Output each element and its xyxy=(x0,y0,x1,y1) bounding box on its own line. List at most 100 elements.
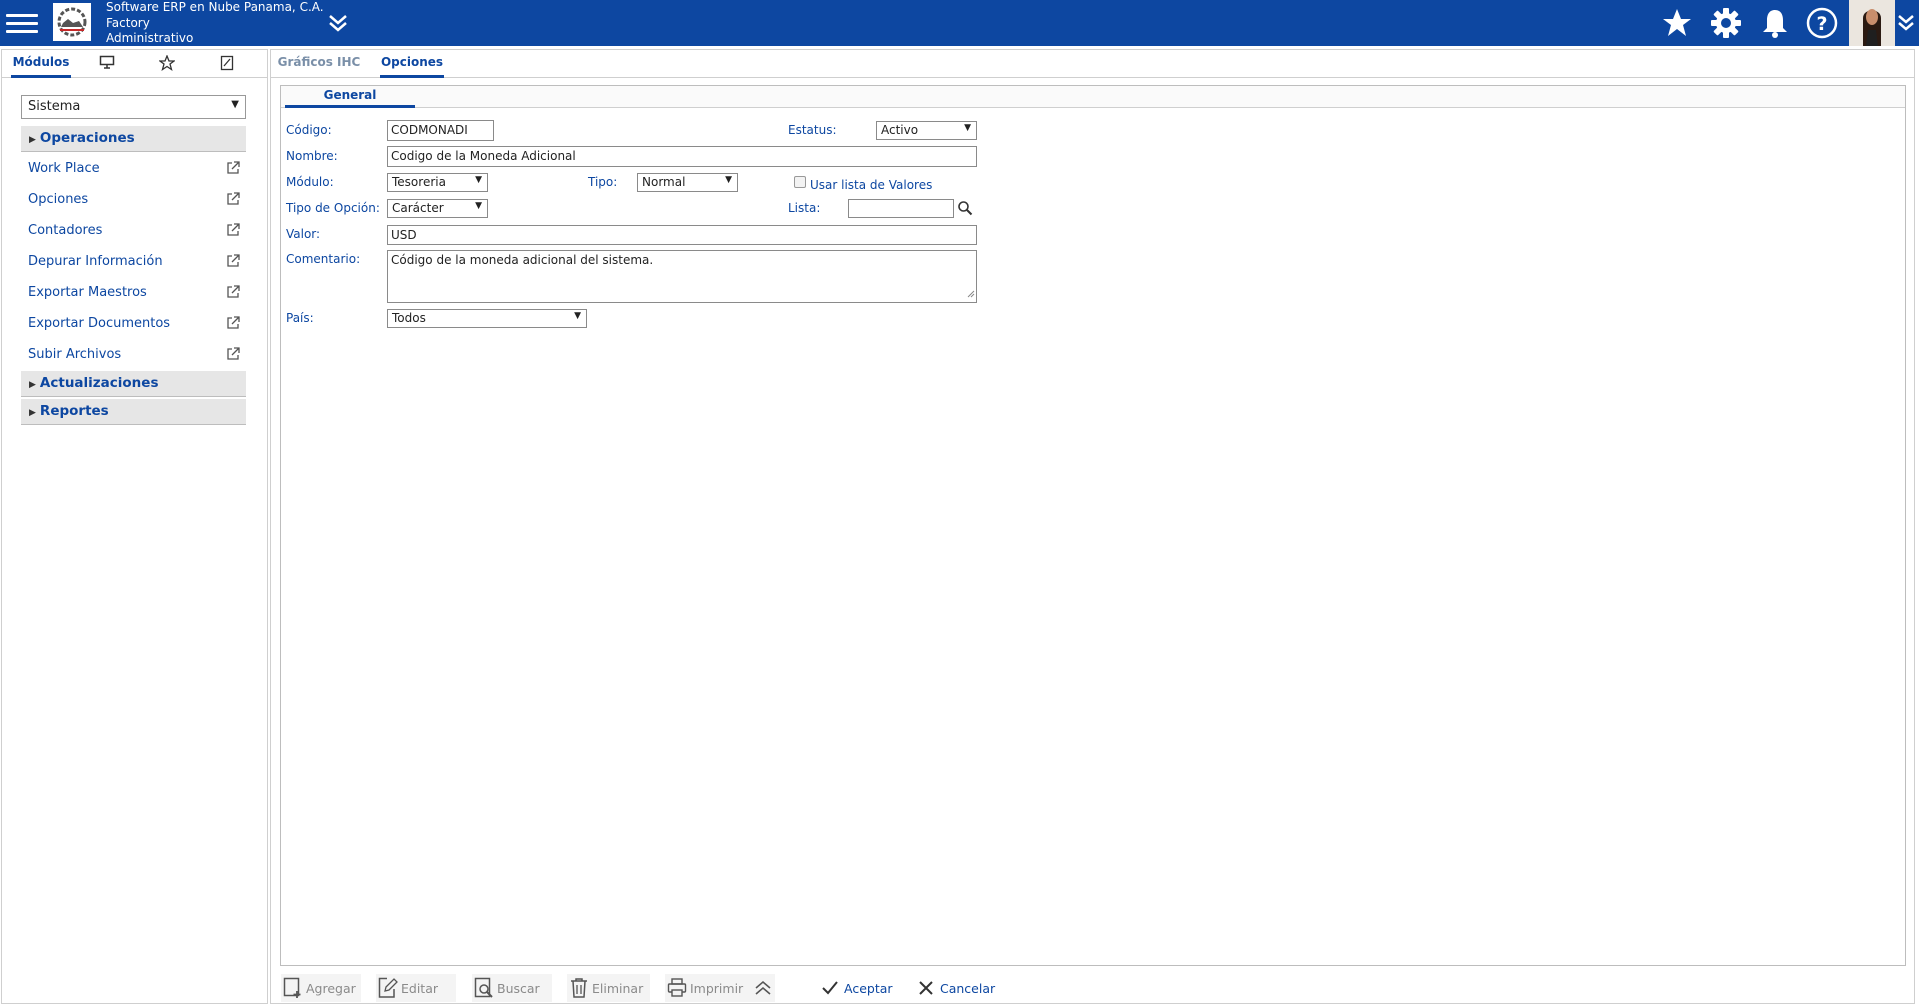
tipo-opcion-select-value: Carácter xyxy=(392,201,444,215)
form-container: General Código: CODMONADI Estatus: Activ… xyxy=(280,85,1906,966)
user-menu-chevron-icon[interactable] xyxy=(1895,10,1917,36)
imprimir-button[interactable]: Imprimir xyxy=(665,974,775,1002)
estatus-select[interactable]: Activo ▼ xyxy=(876,121,977,140)
menu-item-depurar-informacion[interactable]: Depurar Información xyxy=(28,254,240,276)
agregar-button[interactable]: Agregar xyxy=(281,974,361,1002)
section-operaciones[interactable]: ▶ Operaciones xyxy=(21,126,246,152)
menu-item-label: Work Place xyxy=(28,161,100,176)
menu-item-label: Subir Archivos xyxy=(28,347,122,362)
left-sidebar: Módulos Sistema ▼ ▶ Operaciones Work Plac… xyxy=(1,49,268,1004)
external-link-icon[interactable] xyxy=(226,347,240,365)
pais-label: País: xyxy=(286,311,314,325)
search-document-icon xyxy=(474,977,494,1002)
section-reportes[interactable]: ▶ Reportes xyxy=(21,399,246,425)
add-document-icon xyxy=(283,977,303,1002)
editar-button[interactable]: Editar xyxy=(376,974,456,1002)
valor-label: Valor: xyxy=(286,227,321,241)
caret-right-icon: ▶ xyxy=(29,408,36,418)
monitor-icon xyxy=(99,55,115,72)
lista-input[interactable] xyxy=(848,199,954,218)
agregar-label: Agregar xyxy=(306,981,356,996)
section-actualizaciones-label: Actualizaciones xyxy=(39,375,159,391)
company-info: Software ERP en Nube Panama, C.A. Factor… xyxy=(106,0,324,47)
expand-chevron-icon[interactable] xyxy=(325,10,351,36)
external-link-icon[interactable] xyxy=(226,285,240,303)
notifications-bell-icon[interactable] xyxy=(1758,6,1792,40)
estatus-label: Estatus: xyxy=(788,123,837,137)
menu-item-subir-archivos[interactable]: Subir Archivos xyxy=(28,347,240,369)
module-select-value: Sistema xyxy=(28,99,81,114)
double-chevron-up-icon[interactable] xyxy=(753,978,773,1001)
help-icon[interactable]: ? xyxy=(1805,6,1839,40)
external-link-icon[interactable] xyxy=(226,316,240,334)
tab-modulos[interactable]: Módulos xyxy=(11,50,71,78)
app-name: Factory xyxy=(106,15,150,30)
dropdown-arrow-icon: ▼ xyxy=(475,201,482,211)
buscar-button[interactable]: Buscar xyxy=(472,974,552,1002)
aceptar-label: Aceptar xyxy=(844,981,893,996)
usar-lista-label: Usar lista de Valores xyxy=(810,178,933,192)
module-select[interactable]: Sistema ▼ xyxy=(21,95,246,119)
usar-lista-checkbox[interactable] xyxy=(794,176,806,188)
modulo-select-value: Tesoreria xyxy=(392,175,446,189)
external-link-icon[interactable] xyxy=(226,254,240,272)
tipo-opcion-select[interactable]: Carácter ▼ xyxy=(387,199,488,218)
external-link-icon[interactable] xyxy=(226,192,240,210)
menu-item-label: Contadores xyxy=(28,223,103,238)
tab-favorites[interactable] xyxy=(152,50,182,78)
pais-select-value: Todos xyxy=(392,311,426,325)
settings-gear-icon[interactable] xyxy=(1709,6,1743,40)
tab-notes[interactable] xyxy=(212,50,242,78)
valor-input[interactable]: USD xyxy=(387,225,977,245)
modulo-select[interactable]: Tesoreria ▼ xyxy=(387,173,488,192)
tipo-opcion-label: Tipo de Opción: xyxy=(286,201,380,215)
user-avatar[interactable] xyxy=(1849,0,1895,46)
resize-grip-icon[interactable] xyxy=(967,287,975,301)
menu-hamburger-icon[interactable] xyxy=(6,9,38,37)
nombre-input[interactable]: Codigo de la Moneda Adicional xyxy=(387,146,977,167)
dropdown-arrow-icon: ▼ xyxy=(725,175,732,185)
dropdown-arrow-icon: ▼ xyxy=(574,311,581,321)
tab-graficos-ihc[interactable]: Gráficos IHC xyxy=(277,50,361,78)
external-link-icon[interactable] xyxy=(226,223,240,241)
caret-right-icon: ▶ xyxy=(29,135,36,145)
external-link-icon[interactable] xyxy=(226,161,240,179)
trash-icon xyxy=(569,977,589,1002)
dropdown-arrow-icon: ▼ xyxy=(475,175,482,185)
favorites-star-icon[interactable] xyxy=(1660,6,1694,40)
cancelar-label: Cancelar xyxy=(940,981,996,996)
comentario-textarea[interactable]: Código de la moneda adicional del sistem… xyxy=(387,250,977,303)
star-outline-icon xyxy=(158,54,176,74)
aceptar-button[interactable]: Aceptar xyxy=(821,974,901,1002)
tab-general[interactable]: General xyxy=(285,86,415,108)
codigo-input[interactable]: CODMONADI xyxy=(387,120,494,141)
dropdown-arrow-icon: ▼ xyxy=(231,99,239,110)
main-tabs: Gráficos IHC Opciones xyxy=(271,50,1914,78)
imprimir-label: Imprimir xyxy=(690,981,744,996)
tab-desktop[interactable] xyxy=(92,50,122,78)
pais-select[interactable]: Todos ▼ xyxy=(387,309,587,328)
eliminar-button[interactable]: Eliminar xyxy=(567,974,650,1002)
menu-item-label: Depurar Información xyxy=(28,254,163,269)
tipo-select[interactable]: Normal ▼ xyxy=(637,173,738,192)
buscar-label: Buscar xyxy=(497,981,540,996)
menu-item-label: Opciones xyxy=(28,192,89,207)
menu-item-exportar-documentos[interactable]: Exportar Documentos xyxy=(28,316,240,338)
menu-item-exportar-maestros[interactable]: Exportar Maestros xyxy=(28,285,240,307)
tab-opciones[interactable]: Opciones xyxy=(380,50,444,78)
menu-item-work-place[interactable]: Work Place xyxy=(28,161,240,183)
comentario-label: Comentario: xyxy=(286,252,361,266)
menu-item-contadores[interactable]: Contadores xyxy=(28,223,240,245)
section-operaciones-label: Operaciones xyxy=(39,130,135,146)
eliminar-label: Eliminar xyxy=(592,981,644,996)
main-panel: Gráficos IHC Opciones General Código: CO… xyxy=(270,49,1915,1004)
menu-item-opciones[interactable]: Opciones xyxy=(28,192,240,214)
search-icon[interactable] xyxy=(957,200,973,220)
close-icon xyxy=(918,980,934,999)
dropdown-arrow-icon: ▼ xyxy=(964,123,971,133)
company-name: Software ERP en Nube Panama, C.A. xyxy=(106,0,324,14)
cancelar-button[interactable]: Cancelar xyxy=(918,974,1003,1002)
menu-item-label: Exportar Maestros xyxy=(28,285,147,300)
section-actualizaciones[interactable]: ▶ Actualizaciones xyxy=(21,371,246,397)
printer-icon xyxy=(667,977,687,1002)
